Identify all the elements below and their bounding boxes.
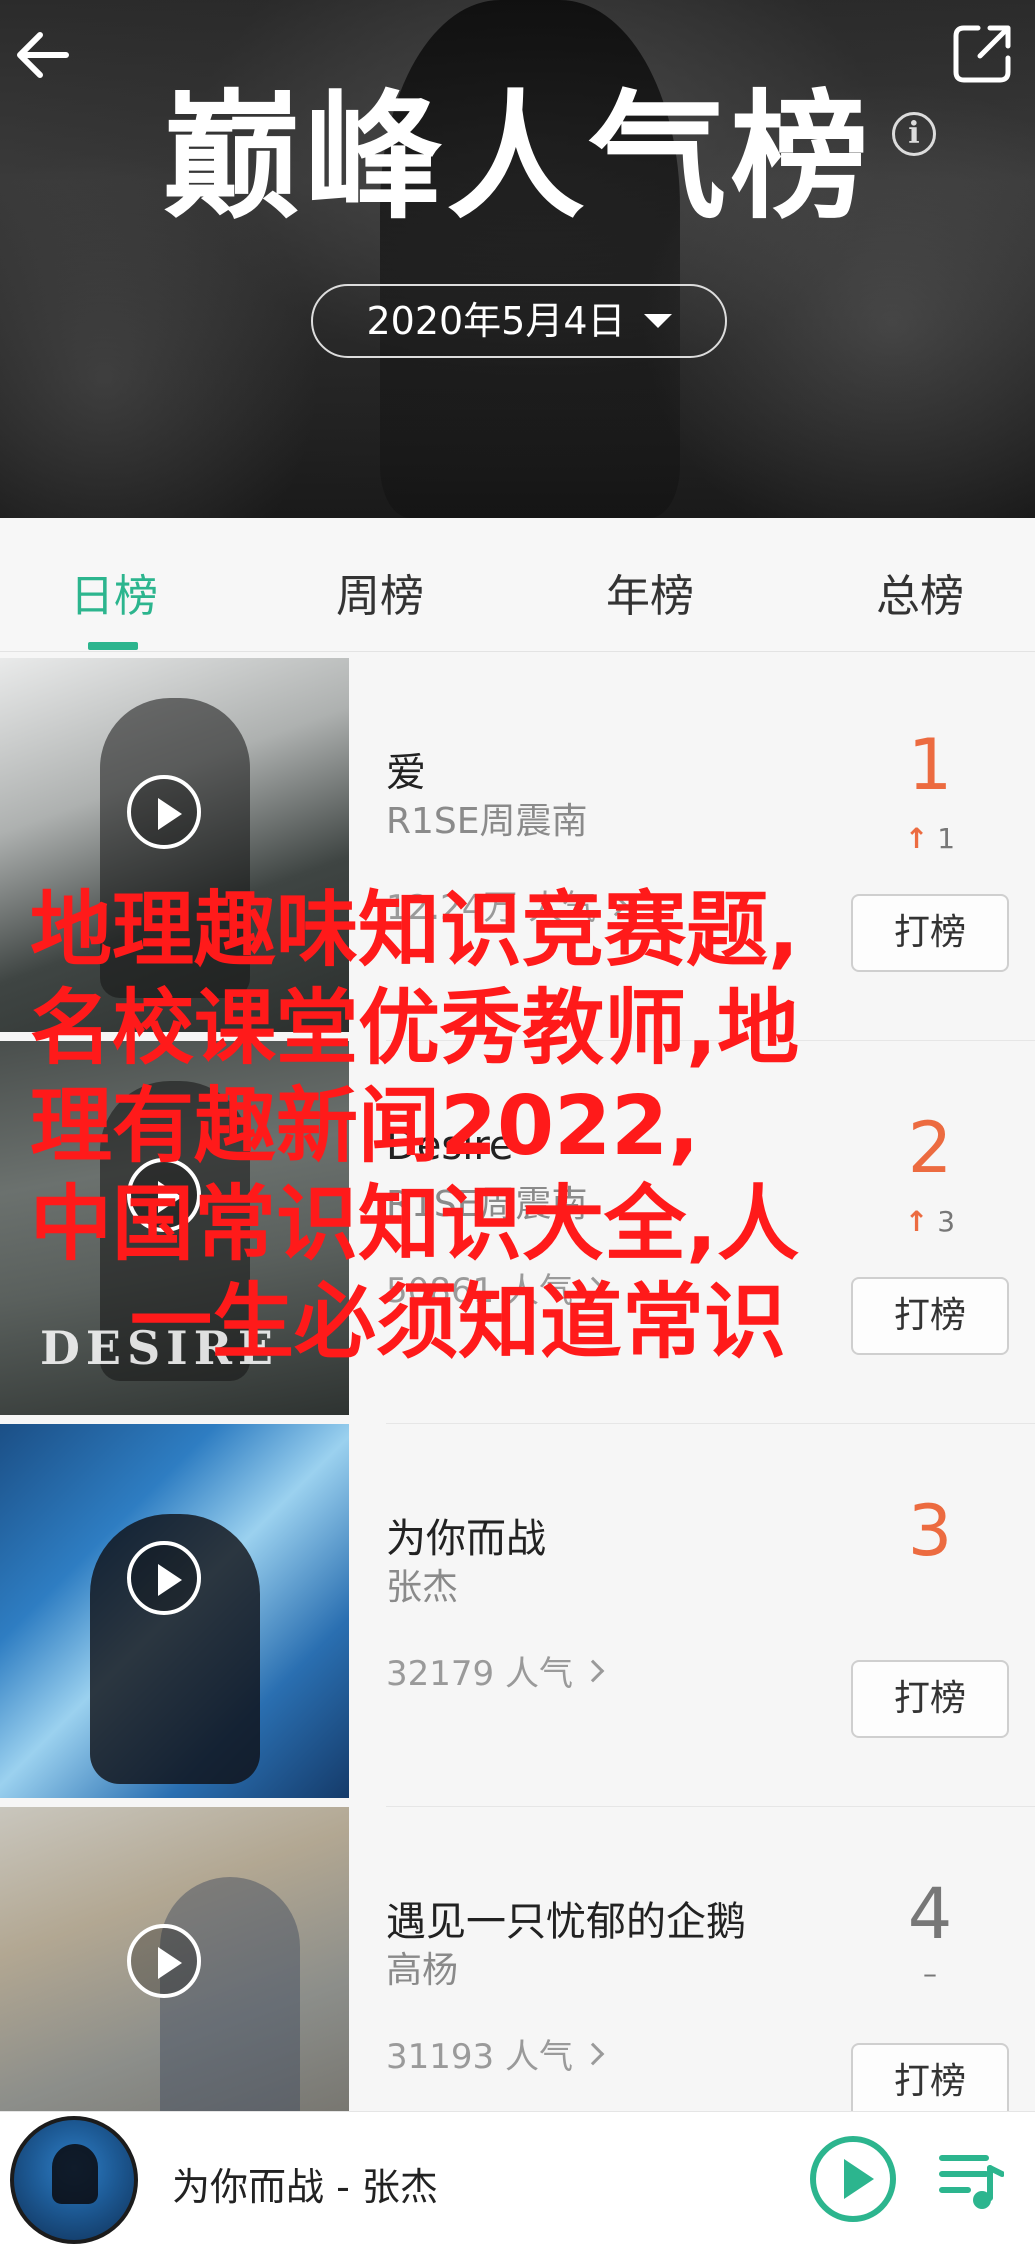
song-title: 爱	[386, 750, 426, 796]
tab-weekly[interactable]: 周榜	[336, 560, 424, 624]
info-icon[interactable]: i	[892, 112, 936, 156]
rank-number: 1	[907, 724, 953, 806]
popularity-value: 32179 人气	[386, 1654, 573, 1694]
song-popularity[interactable]: 31193 人气	[386, 2029, 605, 2078]
tab-yearly[interactable]: 年榜	[606, 560, 694, 624]
play-icon[interactable]	[127, 775, 201, 849]
overlay-line: 理有趣新闻2022,	[30, 1079, 700, 1174]
caret-down-icon	[643, 314, 672, 328]
chevron-right-icon	[581, 1659, 605, 1682]
trend-value: 1	[937, 822, 956, 855]
overlay-banner-text: 地理趣味知识竞赛题, 名校课堂优秀教师,地 理有趣新闻2022, 中国常识知识大…	[30, 882, 1000, 1372]
rank-trend-unchanged: –	[923, 1957, 937, 1990]
overlay-line: 中国常识知识大全,人	[30, 1177, 800, 1272]
overlay-line: 名校课堂优秀教师,地	[30, 981, 800, 1076]
rank-number: 4	[907, 1873, 953, 1955]
date-label: 2020年5月4日	[366, 299, 626, 343]
play-icon[interactable]	[127, 1924, 201, 1998]
tab-daily[interactable]: 日榜	[70, 560, 158, 624]
mini-player[interactable]: 为你而战 - 张杰	[0, 2111, 1035, 2244]
player-play-icon[interactable]	[810, 2136, 896, 2222]
rank-trend: ↑ 1	[870, 822, 990, 855]
song-title: 为你而战	[386, 1516, 546, 1562]
overlay-line: 一生必须知道常识	[130, 1275, 787, 1370]
trend-up-icon: ↑	[904, 822, 929, 855]
date-selector[interactable]: 2020年5月4日	[311, 284, 727, 358]
tab-active-indicator	[88, 642, 138, 650]
song-popularity[interactable]: 32179 人气	[386, 1646, 605, 1695]
song-row[interactable]: 为你而战 张杰 32179 人气 3 打榜	[0, 1424, 1035, 1808]
now-playing-cover[interactable]	[10, 2116, 138, 2244]
page-title: 巅峰人气榜	[162, 77, 873, 238]
song-title: 遇见一只忧郁的企鹅	[386, 1899, 746, 1945]
popularity-value: 31193 人气	[386, 2037, 573, 2077]
overlay-line: 地理趣味知识竞赛题,	[30, 883, 800, 978]
chart-header: 巅峰人气榜 i 2020年5月4日	[0, 0, 1035, 518]
song-artist[interactable]: 高杨	[386, 1941, 458, 1993]
playlist-icon[interactable]	[938, 2148, 1005, 2212]
album-cover[interactable]	[0, 1424, 349, 1798]
song-artist[interactable]: 张杰	[386, 1558, 458, 1610]
vote-button[interactable]: 打榜	[851, 1660, 1009, 1738]
song-artist[interactable]: R1SE周震南	[386, 792, 588, 844]
share-icon[interactable]	[950, 20, 1016, 86]
vote-button[interactable]: 打榜	[851, 2043, 1009, 2121]
chart-tabs: 日榜 周榜 年榜 总榜	[0, 518, 1035, 652]
rank-number: 3	[907, 1490, 953, 1572]
tab-all-time[interactable]: 总榜	[876, 560, 964, 624]
play-icon[interactable]	[127, 1541, 201, 1615]
chevron-right-icon	[581, 2042, 605, 2065]
now-playing-title[interactable]: 为你而战 - 张杰	[172, 2156, 438, 2211]
